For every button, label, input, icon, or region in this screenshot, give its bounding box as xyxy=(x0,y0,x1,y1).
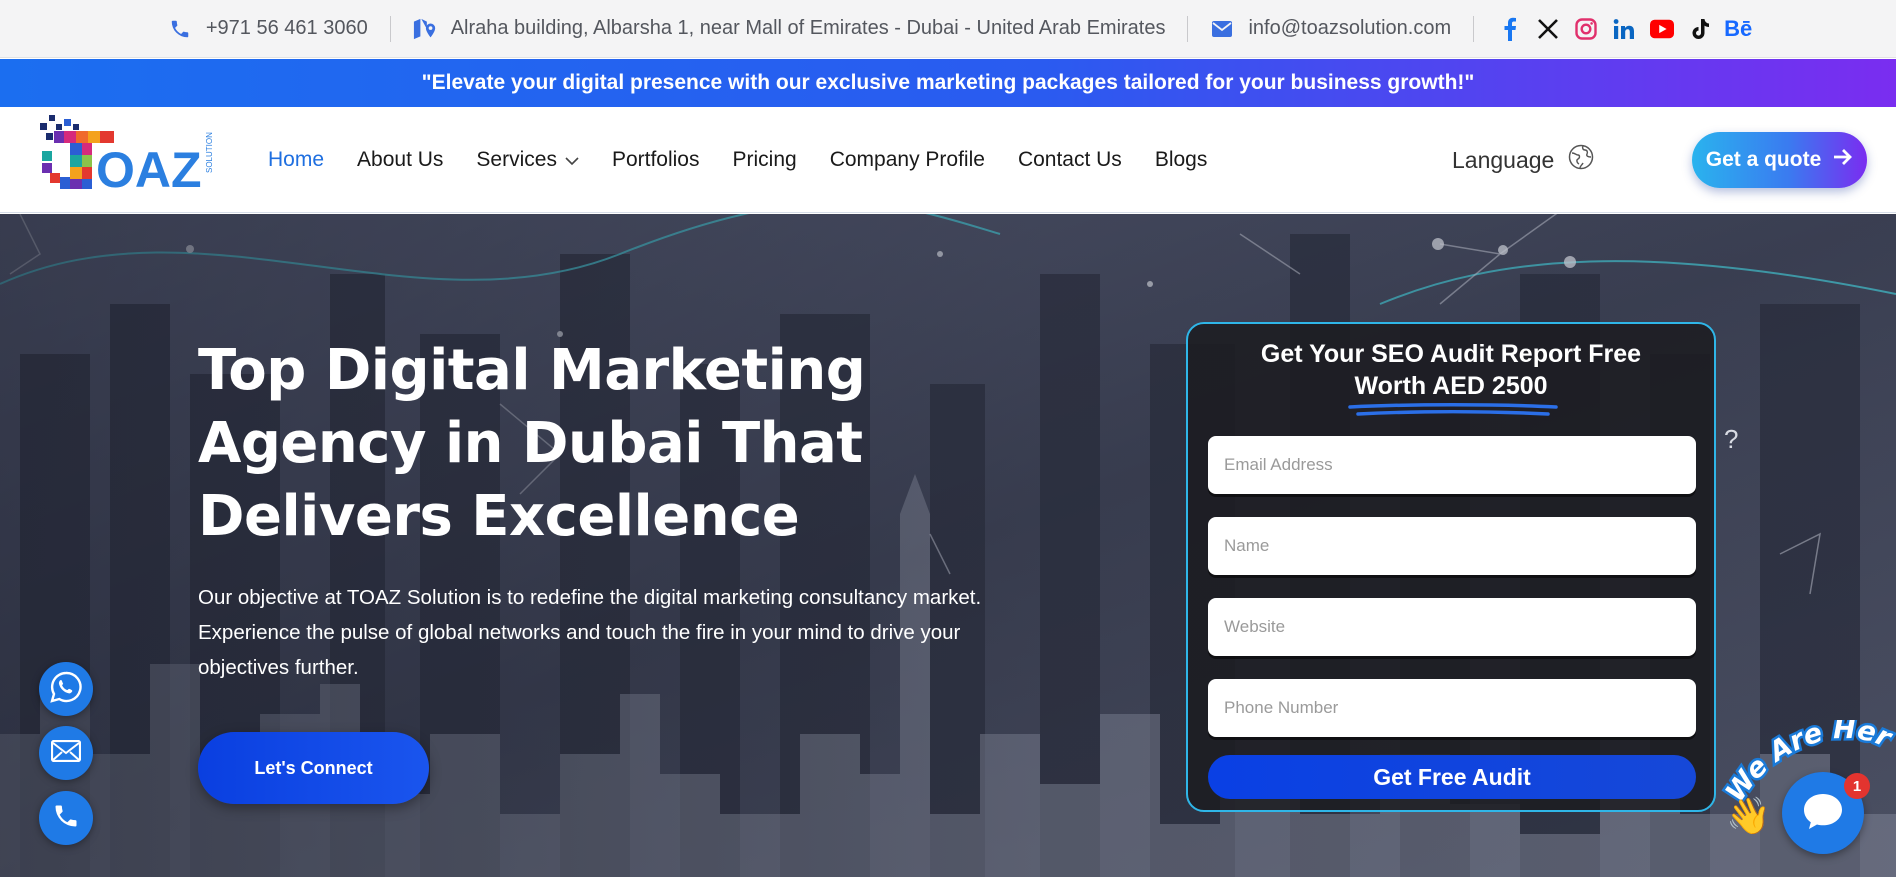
nav-pricing-label: Pricing xyxy=(732,148,797,171)
nav-about-us[interactable]: About Us xyxy=(357,148,443,172)
nav-services[interactable]: Services xyxy=(476,148,579,172)
lets-connect-button[interactable]: Let's Connect xyxy=(198,732,429,804)
hero-description: Our objective at TOAZ Solution is to red… xyxy=(198,586,982,679)
whatsapp-button[interactable] xyxy=(39,662,93,716)
main-nav: Home About Us Services Portfolios Pricin… xyxy=(268,107,1207,213)
linkedin-icon[interactable] xyxy=(1612,17,1636,41)
get-a-quote-button[interactable]: Get a quote xyxy=(1692,132,1867,188)
whatsapp-icon xyxy=(49,670,83,709)
nav-contact-us[interactable]: Contact Us xyxy=(1018,148,1122,172)
get-free-audit-button[interactable]: Get Free Audit xyxy=(1208,755,1696,799)
nav-services-label: Services xyxy=(476,148,557,171)
address-contact[interactable]: Alraha building, Albarsha 1, near Mall o… xyxy=(391,17,1188,41)
svg-text:OAZ: OAZ xyxy=(96,142,202,198)
tiktok-icon[interactable] xyxy=(1688,17,1712,41)
chat-widget[interactable]: We Are Here! 👋 1 xyxy=(1720,720,1896,877)
language-selector[interactable]: Language xyxy=(1452,144,1594,176)
nav-home-label: Home xyxy=(268,148,325,171)
site-header: OAZ SOLUTION Home About Us Services Port… xyxy=(0,107,1896,213)
instagram-icon[interactable] xyxy=(1574,17,1598,41)
promo-banner[interactable]: "Elevate your digital presence with our … xyxy=(0,59,1896,107)
help-question-icon: ? xyxy=(1724,424,1739,454)
social-links: Bē xyxy=(1474,16,1752,41)
email-contact[interactable]: info@toazsolution.com xyxy=(1188,17,1473,41)
hero-section: Top Digital Marketing Agency in Dubai Th… xyxy=(0,214,1896,877)
nav-portfolios-label: Portfolios xyxy=(611,148,700,171)
envelope-icon xyxy=(1210,17,1234,41)
email-placeholder: Email Address xyxy=(1224,455,1333,474)
unread-badge: 1 xyxy=(1844,773,1870,799)
nav-blogs[interactable]: Blogs xyxy=(1155,148,1208,172)
behance-icon[interactable]: Bē xyxy=(1724,16,1752,41)
seo-audit-form: Get Your SEO Audit Report Free Worth AED… xyxy=(1186,322,1716,812)
nav-portfolios[interactable]: Portfolios xyxy=(612,148,700,172)
hero-heading: Top Digital Marketing Agency in Dubai Th… xyxy=(198,338,866,549)
phone-field[interactable]: Phone Number xyxy=(1208,679,1696,737)
form-title: Get Your SEO Audit Report Free Worth AED… xyxy=(1188,338,1714,402)
website-placeholder: Website xyxy=(1224,617,1286,636)
envelope-icon xyxy=(50,739,82,767)
name-placeholder: Name xyxy=(1224,536,1270,555)
phone-icon xyxy=(168,17,192,41)
email-text: info@toazsolution.com xyxy=(1248,17,1452,39)
toaz-logo[interactable]: OAZ SOLUTION xyxy=(40,115,220,215)
audit-button-label: Get Free Audit xyxy=(1373,763,1531,790)
email-field[interactable]: Email Address xyxy=(1208,436,1696,494)
form-title-line2: Worth AED 2500 xyxy=(1354,372,1548,400)
phone-icon xyxy=(52,802,80,835)
facebook-icon[interactable] xyxy=(1498,17,1522,41)
globe-icon xyxy=(1568,144,1594,176)
top-info-bar: +971 56 461 3060 Alraha building, Albars… xyxy=(0,0,1896,58)
promo-text: "Elevate your digital presence with our … xyxy=(421,71,1475,94)
language-label: Language xyxy=(1452,146,1555,173)
phone-placeholder: Phone Number xyxy=(1224,698,1339,717)
nav-contact-label: Contact Us xyxy=(1017,148,1122,171)
phone-number: +971 56 461 3060 xyxy=(205,17,368,39)
nav-blogs-label: Blogs xyxy=(1154,148,1208,171)
call-button[interactable] xyxy=(39,791,93,845)
waving-hand-icon: 👋 xyxy=(1726,795,1771,836)
website-field[interactable]: Website xyxy=(1208,598,1696,656)
arrow-right-icon xyxy=(1833,148,1853,172)
chat-bubble-icon xyxy=(1801,791,1845,836)
address-text: Alraha building, Albarsha 1, near Mall o… xyxy=(450,17,1166,39)
x-twitter-icon[interactable] xyxy=(1536,17,1560,41)
nav-home[interactable]: Home xyxy=(268,148,324,172)
name-field[interactable]: Name xyxy=(1208,517,1696,575)
lets-connect-label: Let's Connect xyxy=(254,757,373,778)
svg-text:SOLUTION: SOLUTION xyxy=(205,132,214,173)
youtube-icon[interactable] xyxy=(1650,17,1675,41)
quote-button-label: Get a quote xyxy=(1705,148,1822,171)
phone-contact[interactable]: +971 56 461 3060 xyxy=(146,17,390,41)
nav-company-profile[interactable]: Company Profile xyxy=(830,148,985,172)
nav-company-profile-label: Company Profile xyxy=(829,148,985,171)
email-button[interactable] xyxy=(39,726,93,780)
title-underline-decoration xyxy=(1348,403,1558,416)
form-title-line1: Get Your SEO Audit Report Free xyxy=(1260,340,1642,368)
nav-pricing[interactable]: Pricing xyxy=(733,148,797,172)
map-pin-icon xyxy=(413,17,437,41)
nav-about-label: About Us xyxy=(357,148,444,171)
chevron-down-icon xyxy=(565,148,579,172)
